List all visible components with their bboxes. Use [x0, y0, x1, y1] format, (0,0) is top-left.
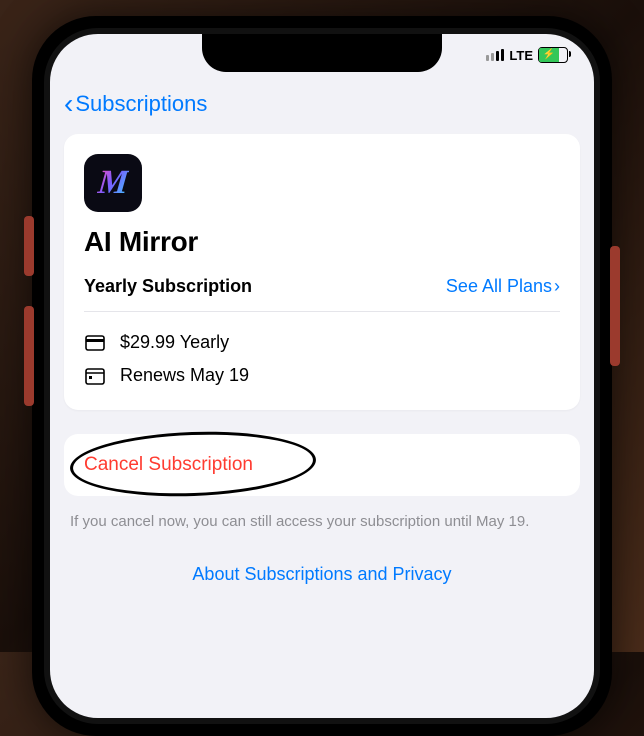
volume-up-button: [24, 216, 34, 276]
cancel-card: Cancel Subscription: [64, 434, 580, 496]
app-icon-letter: M: [96, 164, 130, 202]
cancel-subscription-button[interactable]: Cancel Subscription: [84, 454, 253, 476]
plan-type: Yearly Subscription: [84, 276, 252, 297]
about-subscriptions-link[interactable]: About Subscriptions and Privacy: [64, 564, 580, 585]
cancel-info-text: If you cancel now, you can still access …: [64, 512, 580, 532]
see-all-label: See All Plans: [446, 276, 552, 297]
network-label: LTE: [509, 48, 533, 63]
back-button[interactable]: ‹ Subscriptions: [64, 80, 580, 134]
battery-icon: ⚡: [538, 47, 568, 63]
app-title: AI Mirror: [84, 226, 560, 258]
signal-icon: [486, 49, 504, 61]
charging-icon: ⚡: [543, 50, 555, 60]
price-label: $29.99 Yearly: [120, 332, 229, 353]
app-icon: M: [84, 154, 142, 212]
power-button: [610, 246, 620, 366]
phone-frame: LTE ⚡ ‹ Subscriptions M AI Mirror: [32, 16, 612, 736]
see-all-plans-link[interactable]: See All Plans ›: [446, 276, 560, 297]
subscription-card: M AI Mirror Yearly Subscription See All …: [64, 134, 580, 410]
renew-label: Renews May 19: [120, 365, 249, 386]
volume-down-button: [24, 306, 34, 406]
notch: [202, 34, 442, 72]
back-label: Subscriptions: [75, 91, 207, 117]
screen: LTE ⚡ ‹ Subscriptions M AI Mirror: [50, 34, 594, 718]
renew-row: Renews May 19: [84, 359, 560, 392]
calendar-icon: [84, 367, 106, 385]
price-row: $29.99 Yearly: [84, 326, 560, 359]
chevron-left-icon: ‹: [64, 90, 73, 118]
chevron-right-icon: ›: [554, 276, 560, 297]
card-icon: [84, 335, 106, 351]
